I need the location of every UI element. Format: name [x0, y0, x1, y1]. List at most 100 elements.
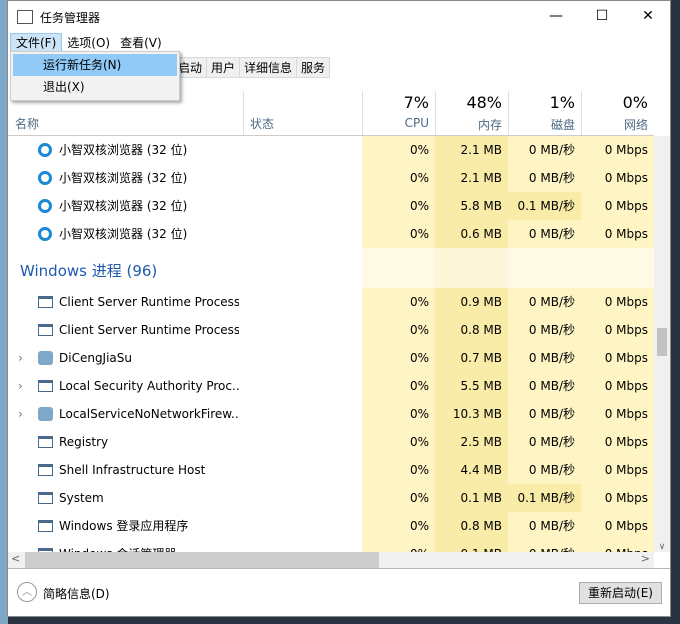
task-manager-window: 任务管理器 — ☐ ✕ 文件(F) 选项(O) 查看(V) 启动 用户 详细信息… [7, 0, 671, 617]
table-row[interactable]: 小智双核浏览器 (32 位) 0% 5.8 MB 0.1 MB/秒 0 Mbps [8, 192, 654, 220]
process-name: System [59, 491, 104, 505]
memory-value: 5.5 MB [435, 372, 508, 400]
table-row[interactable]: › Local Security Authority Proc... 0% 5.5 M… [8, 372, 654, 400]
restart-button[interactable]: 重新启动(E) [579, 582, 662, 604]
chevron-up-icon[interactable]: ︿ [17, 582, 37, 602]
memory-value: 5.8 MB [435, 192, 508, 220]
memory-value: 2.1 MB [435, 136, 508, 164]
table-row[interactable]: 小智双核浏览器 (32 位) 0% 2.1 MB 0 MB/秒 0 Mbps [8, 164, 654, 192]
network-value: 0 Mbps [581, 484, 654, 512]
tab-services[interactable]: 服务 [296, 57, 331, 78]
header-disk[interactable]: 1% 磁盘 [508, 91, 581, 135]
network-value: 0 Mbps [581, 512, 654, 540]
gear-icon [38, 351, 53, 365]
menu-options[interactable]: 选项(O) [62, 33, 115, 53]
cpu-label: CPU [404, 116, 429, 130]
header-cpu[interactable]: 7% CPU [362, 91, 435, 135]
network-value: 0 Mbps [581, 220, 654, 248]
tab-bar: 启动 用户 详细信息 服务 [173, 57, 331, 78]
vertical-scrollbar[interactable]: ∨ [654, 136, 670, 552]
close-button[interactable]: ✕ [625, 1, 671, 31]
process-name: Local Security Authority Proc... [59, 379, 239, 393]
cpu-value: 0% [362, 164, 435, 192]
process-name: Registry [59, 435, 109, 449]
network-value: 0 Mbps [581, 540, 654, 552]
memory-value: 0.9 MB [435, 288, 508, 316]
disk-value: 0.1 MB/秒 [508, 484, 581, 512]
maximize-button[interactable]: ☐ [579, 1, 625, 31]
expand-chevron-icon[interactable]: › [18, 372, 23, 400]
network-value: 0 Mbps [581, 344, 654, 372]
window-title: 任务管理器 [40, 10, 101, 25]
table-row[interactable]: 小智双核浏览器 (32 位) 0% 0.6 MB 0 MB/秒 0 Mbps [8, 220, 654, 248]
table-row[interactable]: Shell Infrastructure Host 0% 4.4 MB 0 MB/秒 0… [8, 456, 654, 484]
memory-value: 10.3 MB [435, 400, 508, 428]
disk-value: 0 MB/秒 [508, 512, 581, 540]
table-row[interactable]: 小智双核浏览器 (32 位) 0% 2.1 MB 0 MB/秒 0 Mbps [8, 136, 654, 164]
header-status[interactable]: 状态 [250, 115, 274, 132]
table-row[interactable]: Client Server Runtime Process 0% 0.8 MB 0 M… [8, 316, 654, 344]
process-name: 小智双核浏览器 (32 位) [59, 171, 188, 185]
process-name: 小智双核浏览器 (32 位) [59, 143, 188, 157]
memory-value: 0.1 MB [435, 540, 508, 552]
process-name: Shell Infrastructure Host [59, 463, 206, 477]
network-value: 0 Mbps [581, 288, 654, 316]
cpu-value: 0% [362, 344, 435, 372]
disk-value: 0 MB/秒 [508, 540, 581, 552]
network-percent: 0% [622, 93, 648, 112]
task-manager-icon [17, 10, 33, 24]
scroll-left-arrow-icon[interactable]: < [11, 552, 20, 565]
disk-value: 0 MB/秒 [508, 372, 581, 400]
tab-users[interactable]: 用户 [206, 57, 241, 78]
table-row[interactable]: › DiCengJiaSu 0% 0.7 MB 0 MB/秒 0 Mbps [8, 344, 654, 372]
fewer-details-link[interactable]: 简略信息(D) [43, 585, 110, 602]
table-row[interactable]: Windows 登录应用程序 0% 0.8 MB 0 MB/秒 0 Mbps [8, 512, 654, 540]
network-value: 0 Mbps [581, 192, 654, 220]
memory-value: 4.4 MB [435, 456, 508, 484]
expand-chevron-icon[interactable]: › [18, 400, 23, 428]
menu-item-run-new-task[interactable]: 运行新任务(N) [13, 54, 177, 76]
disk-value: 0 MB/秒 [508, 288, 581, 316]
process-list: 小智双核浏览器 (32 位) 0% 2.1 MB 0 MB/秒 0 Mbps 小智双核浏览… [8, 136, 654, 552]
header-memory[interactable]: 48% 内存 [435, 91, 508, 135]
window-process-icon [38, 324, 53, 336]
horizontal-scrollbar[interactable]: < > [8, 552, 654, 568]
cpu-percent: 7% [403, 93, 429, 112]
memory-value: 0.6 MB [435, 220, 508, 248]
menu-file[interactable]: 文件(F) [10, 33, 63, 53]
table-row[interactable]: System 0% 0.1 MB 0.1 MB/秒 0 Mbps [8, 484, 654, 512]
network-value: 0 Mbps [581, 136, 654, 164]
memory-percent: 48% [466, 93, 502, 112]
process-name: Windows 登录应用程序 [59, 519, 189, 533]
network-value: 0 Mbps [581, 428, 654, 456]
menu-view[interactable]: 查看(V) [115, 33, 167, 53]
tab-details[interactable]: 详细信息 [239, 57, 298, 78]
disk-value: 0.1 MB/秒 [508, 192, 581, 220]
disk-value: 0 MB/秒 [508, 164, 581, 192]
header-name[interactable]: 名称 [15, 115, 39, 132]
horizontal-scroll-thumb[interactable] [25, 552, 379, 568]
scroll-right-arrow-icon[interactable]: > [641, 552, 650, 565]
disk-value: 0 MB/秒 [508, 316, 581, 344]
vertical-scroll-thumb[interactable] [657, 328, 667, 356]
process-name: 小智双核浏览器 (32 位) [59, 227, 188, 241]
footer: ︿ 简略信息(D) 重新启动(E) [8, 568, 670, 616]
minimize-button[interactable]: — [533, 1, 579, 31]
cpu-value: 0% [362, 136, 435, 164]
cpu-value: 0% [362, 288, 435, 316]
expand-chevron-icon[interactable]: › [18, 344, 23, 372]
table-row[interactable]: › LocalServiceNoNetworkFirew... 0% 10.3 MB 0… [8, 400, 654, 428]
window-process-icon [38, 520, 53, 532]
process-name: Client Server Runtime Process [59, 295, 239, 309]
scroll-down-arrow-icon[interactable]: ∨ [654, 542, 670, 552]
table-row[interactable]: Windows 会话管理器 0%0.1 MB0 MB/秒0 Mbps [8, 540, 654, 552]
table-row[interactable]: Registry 0% 2.5 MB 0 MB/秒 0 Mbps [8, 428, 654, 456]
disk-value: 0 MB/秒 [508, 456, 581, 484]
header-network[interactable]: 0% 网络 [581, 91, 654, 135]
group-title: Windows 进程 (96) [20, 262, 158, 280]
group-header-windows-processes[interactable]: Windows 进程 (96) [8, 248, 654, 288]
window-process-icon [38, 380, 53, 392]
table-row[interactable]: Client Server Runtime Process 0% 0.9 MB 0 M… [8, 288, 654, 316]
browser-icon [38, 227, 52, 241]
menu-item-exit[interactable]: 退出(X) [13, 76, 177, 98]
